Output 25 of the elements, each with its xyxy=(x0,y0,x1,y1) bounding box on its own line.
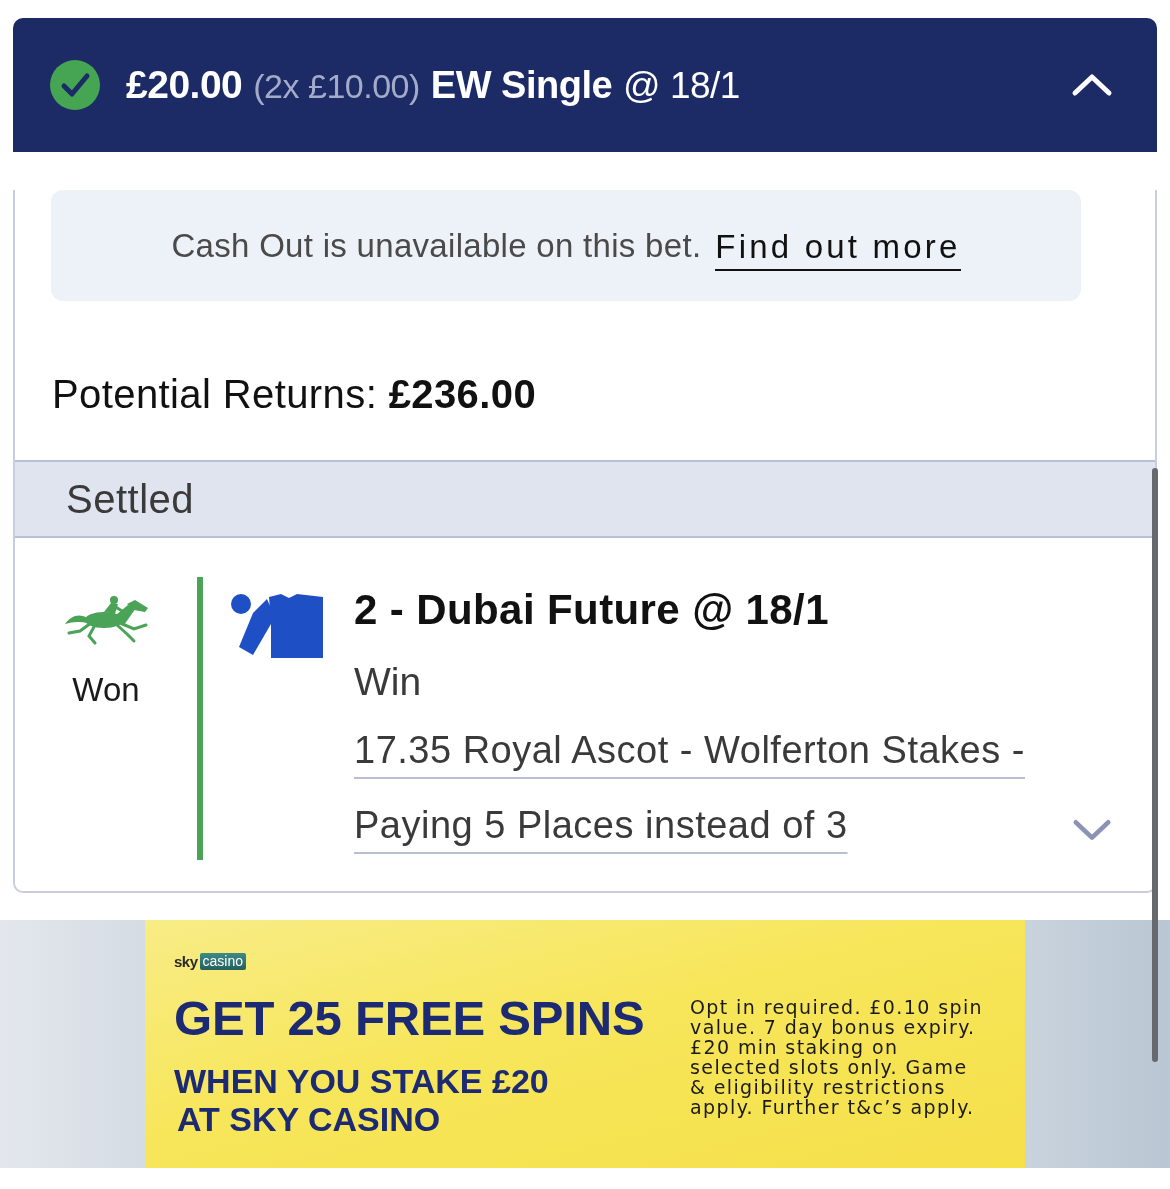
race-link[interactable]: 17.35 Royal Ascot - Wolferton Stakes - Paying 5 Places instead of 3 xyxy=(354,713,1054,863)
find-out-more-link[interactable]: Find out more xyxy=(715,228,961,271)
casino-ad-banner[interactable] xyxy=(145,920,1025,1168)
ad-subheadline: WHEN YOU STAKE £20 xyxy=(174,1063,549,1099)
bet-odds: @ 18/1 xyxy=(623,65,740,107)
horse-racing-icon xyxy=(64,595,148,645)
scrollbar-thumb[interactable] xyxy=(1152,468,1158,1062)
result-text: Won xyxy=(72,671,140,709)
chevron-down-icon[interactable] xyxy=(1072,818,1112,842)
stake-amount: £20.00 xyxy=(126,63,243,107)
ad-subheadline: AT SKY CASINO xyxy=(176,1101,441,1137)
chevron-up-icon[interactable] xyxy=(1071,73,1113,97)
selection-title: 2 - Dubai Future @ 18/1 xyxy=(354,585,829,635)
market-text: Win xyxy=(354,659,422,705)
ad-headline: GET 25 FREE SPINS xyxy=(174,993,645,1043)
bet-type: EW Single xyxy=(430,64,613,107)
check-circle-icon xyxy=(50,60,100,110)
logo-badge: casino xyxy=(199,952,246,970)
logo-word: sky xyxy=(174,952,198,970)
notice-text: Cash Out is unavailable on this bet. xyxy=(171,226,702,265)
ad-terms-text: Opt in required. £0.10 spin value. 7 day bonus expiry. £20 min staking on selected slots only. Game & eligibility restrictions apply. Further t&c’s apply. xyxy=(690,997,985,1117)
section-header: Settled xyxy=(15,460,1155,538)
stake-breakdown: (2x £10.00) xyxy=(253,67,420,106)
jockey-silks-icon xyxy=(231,593,323,658)
potential-returns-text: Potential Returns: £236.00 xyxy=(52,372,537,417)
